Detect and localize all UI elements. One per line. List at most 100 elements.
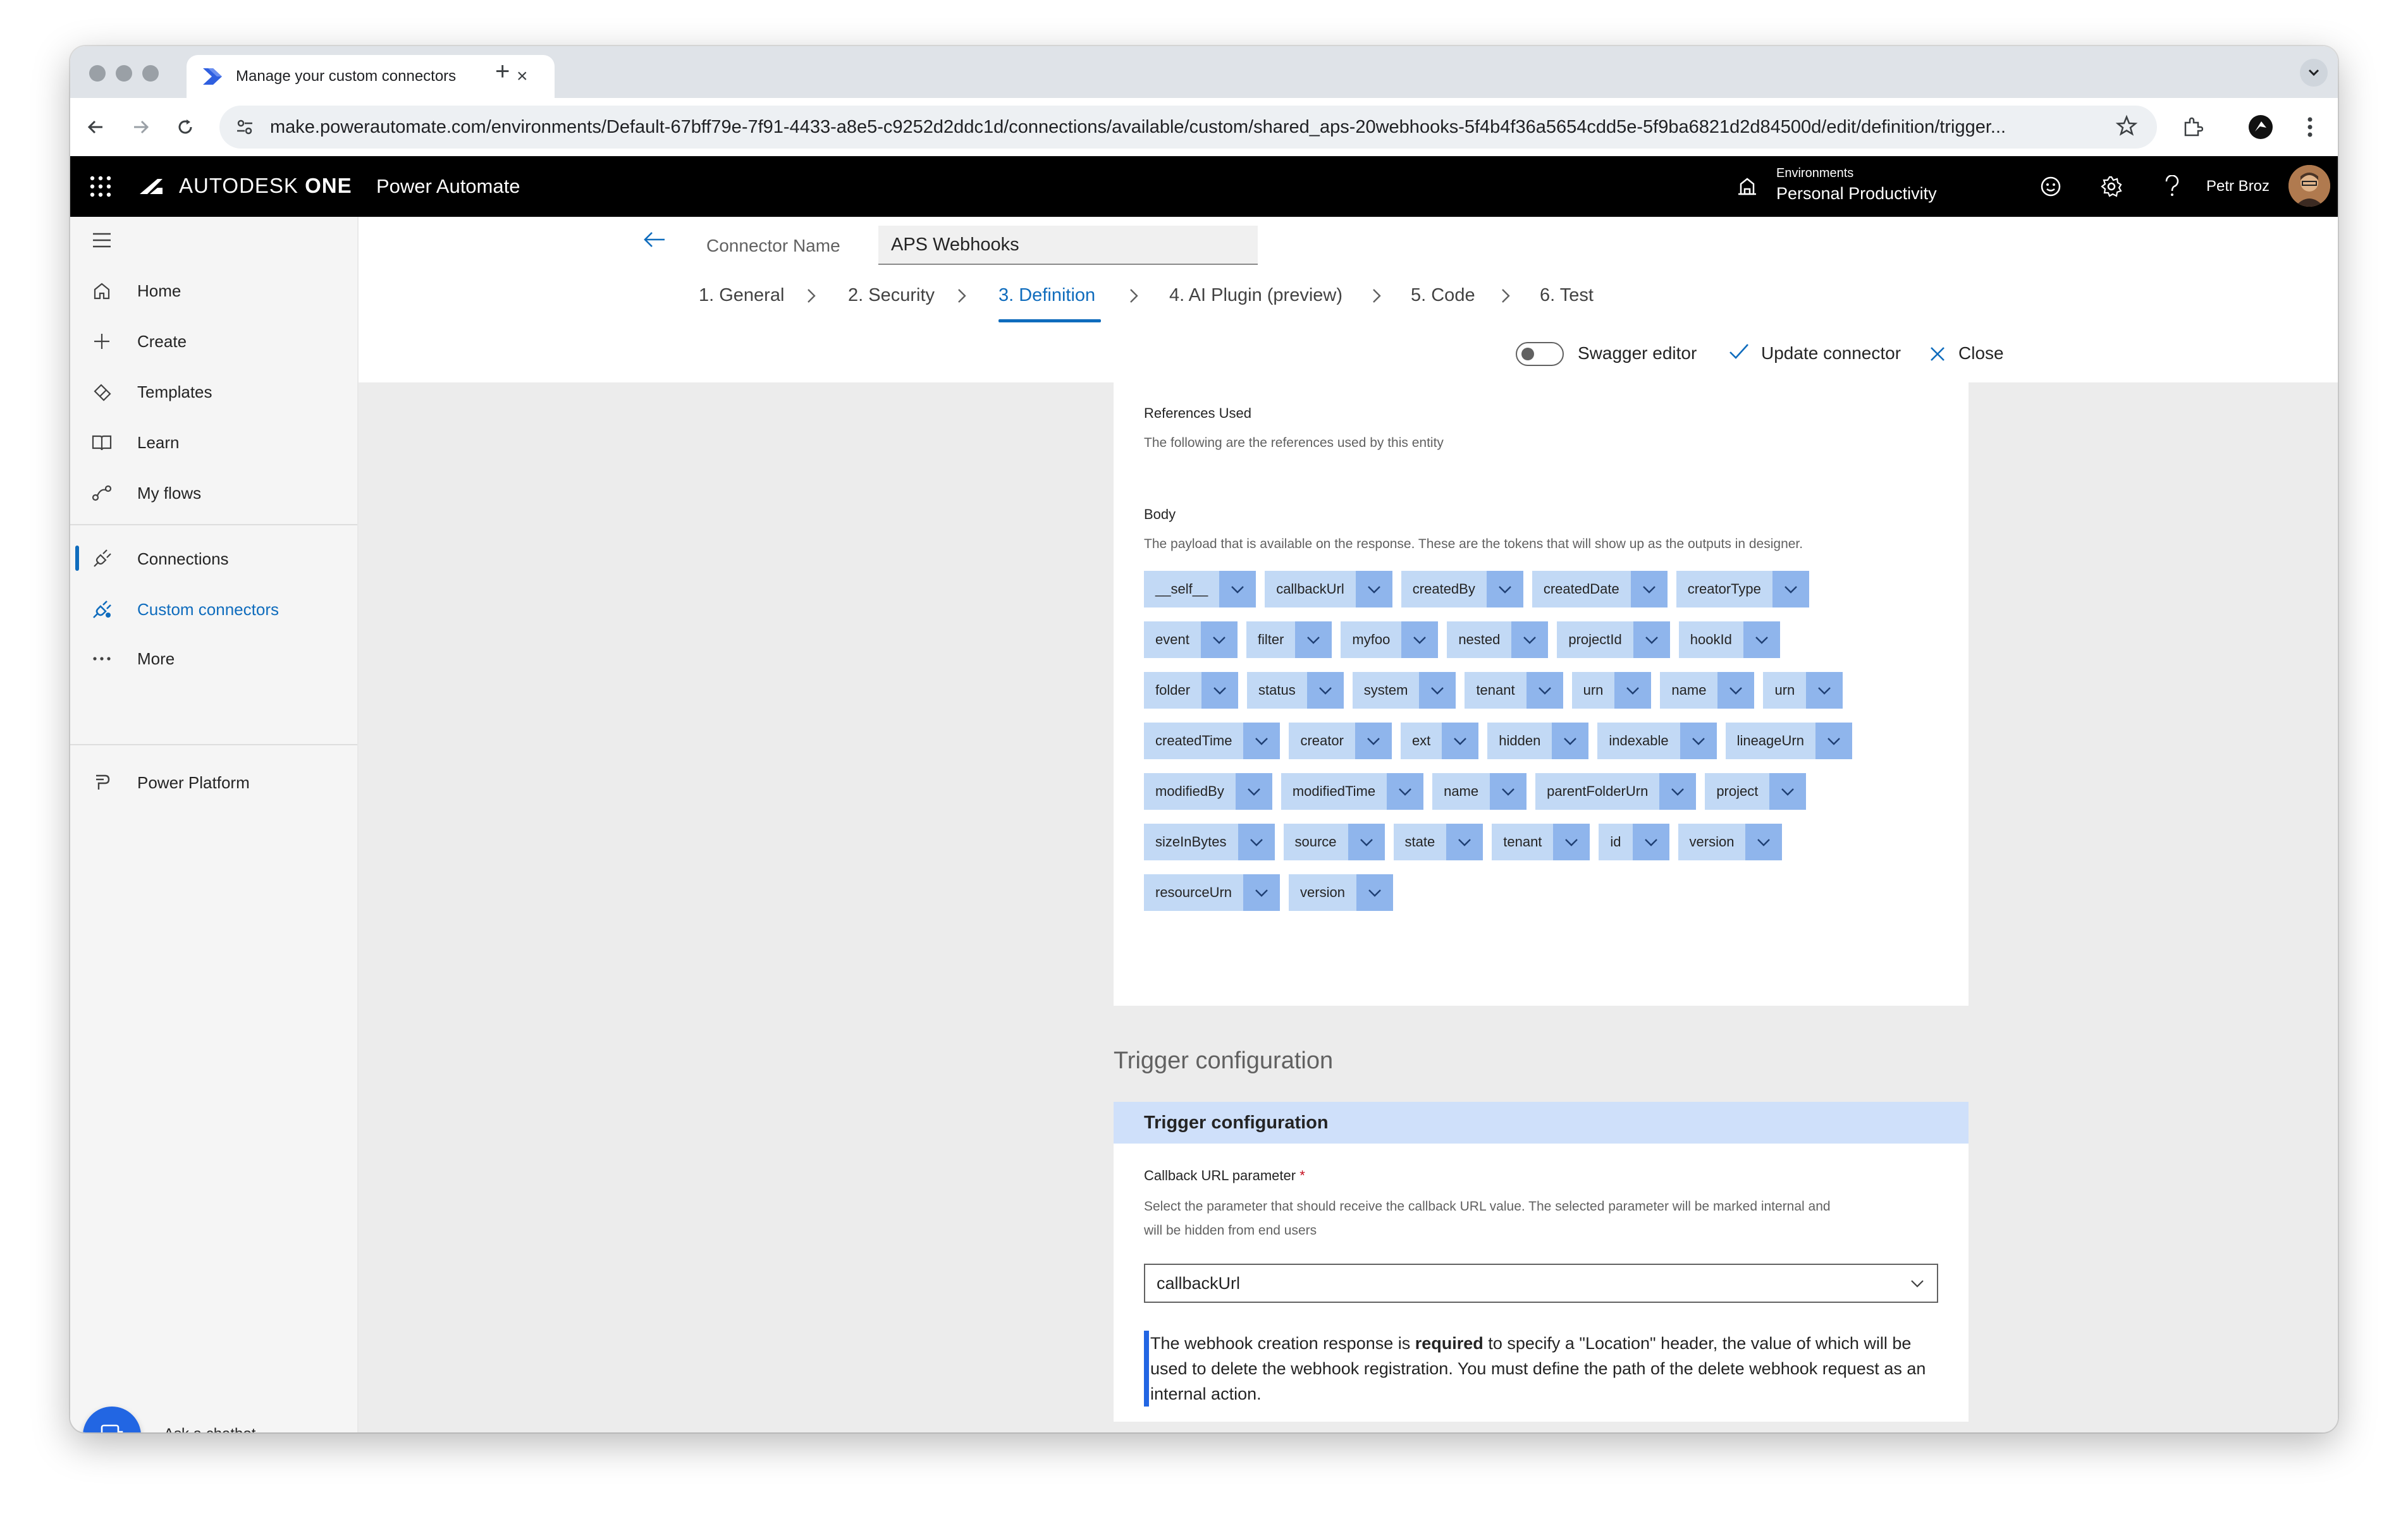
- extensions-icon[interactable]: [2177, 112, 2208, 142]
- site-settings-icon[interactable]: [232, 118, 257, 137]
- step-general[interactable]: 1. General: [699, 285, 784, 306]
- nav-item-learn[interactable]: Learn: [70, 422, 356, 463]
- output-token[interactable]: id: [1599, 824, 1669, 860]
- step-security[interactable]: 2. Security: [848, 285, 935, 306]
- forward-icon[interactable]: [127, 113, 155, 141]
- app-launcher-icon[interactable]: [89, 175, 112, 198]
- chevron-down-icon[interactable]: [1632, 824, 1669, 860]
- chevron-down-icon[interactable]: [1356, 874, 1393, 911]
- output-token[interactable]: __self__: [1144, 571, 1256, 607]
- output-token[interactable]: version: [1678, 824, 1783, 860]
- chevron-down-icon[interactable]: [1219, 571, 1256, 607]
- chevron-down-icon[interactable]: [1633, 621, 1670, 658]
- output-token[interactable]: source: [1283, 824, 1385, 860]
- autodesk-logo[interactable]: AUTODESK ONE: [138, 174, 352, 198]
- step-code[interactable]: 5. Code: [1411, 285, 1475, 306]
- chevron-down-icon[interactable]: [1806, 672, 1843, 709]
- output-token[interactable]: createdTime: [1144, 723, 1281, 759]
- chevron-down-icon[interactable]: [1745, 824, 1783, 860]
- checkmark-icon[interactable]: [1728, 342, 1750, 365]
- output-token[interactable]: hidden: [1487, 723, 1589, 759]
- chevron-down-icon[interactable]: [1630, 571, 1668, 607]
- output-token[interactable]: tenant: [1492, 824, 1590, 860]
- chevron-down-icon[interactable]: [1680, 723, 1717, 759]
- output-token[interactable]: system: [1352, 672, 1456, 709]
- nav-collapse-button[interactable]: [70, 219, 356, 261]
- nav-item-more[interactable]: More: [70, 638, 356, 680]
- chevron-down-icon[interactable]: [1200, 621, 1238, 658]
- window-minimize-dot[interactable]: [116, 65, 132, 82]
- output-token[interactable]: ext: [1400, 723, 1479, 759]
- output-token[interactable]: project: [1705, 773, 1807, 810]
- output-token[interactable]: createdBy: [1401, 571, 1523, 607]
- swagger-editor-toggle[interactable]: [1516, 342, 1564, 366]
- output-token[interactable]: folder: [1144, 672, 1239, 709]
- output-token[interactable]: modifiedTime: [1281, 773, 1424, 810]
- chevron-down-icon[interactable]: [1355, 571, 1392, 607]
- output-token[interactable]: version: [1289, 874, 1393, 911]
- output-token[interactable]: tenant: [1465, 672, 1563, 709]
- chevron-down-icon[interactable]: [1490, 773, 1527, 810]
- close-button[interactable]: Close: [1958, 343, 2004, 363]
- output-token[interactable]: hookId: [1678, 621, 1780, 658]
- nav-item-create[interactable]: Create: [70, 320, 356, 362]
- address-bar[interactable]: make.powerautomate.com/environments/Defa…: [219, 106, 2157, 149]
- output-token[interactable]: nested: [1447, 621, 1549, 658]
- bookmark-star-icon[interactable]: [2115, 114, 2138, 140]
- output-token[interactable]: creator: [1289, 723, 1392, 759]
- nav-item-custom-connectors[interactable]: Custom connectors: [70, 589, 356, 630]
- swagger-editor-label[interactable]: Swagger editor: [1578, 343, 1697, 363]
- output-token[interactable]: name: [1432, 773, 1527, 810]
- chevron-down-icon[interactable]: [1511, 621, 1549, 658]
- user-name[interactable]: Petr Broz: [2206, 178, 2270, 195]
- output-token[interactable]: modifiedBy: [1144, 773, 1272, 810]
- back-icon[interactable]: [82, 113, 109, 141]
- window-zoom-dot[interactable]: [142, 65, 159, 82]
- output-token[interactable]: sizeInBytes: [1144, 824, 1275, 860]
- chevron-down-icon[interactable]: [1238, 824, 1275, 860]
- chevron-down-icon[interactable]: [1772, 571, 1809, 607]
- reload-icon[interactable]: [171, 113, 199, 141]
- chevron-down-icon[interactable]: [1401, 621, 1439, 658]
- profile-icon[interactable]: [2245, 112, 2276, 142]
- chevron-down-icon[interactable]: [1243, 874, 1281, 911]
- chevron-down-icon[interactable]: [1446, 824, 1484, 860]
- output-token[interactable]: resourceUrn: [1144, 874, 1281, 911]
- update-connector-button[interactable]: Update connector: [1761, 343, 1901, 363]
- output-token[interactable]: filter: [1246, 621, 1332, 658]
- nav-item-my-flows[interactable]: My flows: [70, 472, 356, 514]
- user-avatar[interactable]: [2288, 165, 2330, 207]
- close-icon[interactable]: [1929, 346, 1946, 367]
- chatbot-button[interactable]: [83, 1407, 141, 1432]
- output-token[interactable]: event: [1144, 621, 1238, 658]
- step-test[interactable]: 6. Test: [1540, 285, 1594, 306]
- output-token[interactable]: callbackUrl: [1265, 571, 1392, 607]
- chevron-down-icon[interactable]: [1486, 571, 1523, 607]
- environment-icon[interactable]: [1736, 175, 1759, 201]
- browser-menu-icon[interactable]: [2295, 112, 2325, 142]
- window-close-dot[interactable]: [89, 65, 106, 82]
- tab-close-icon[interactable]: ×: [517, 66, 528, 87]
- chevron-down-icon[interactable]: [1354, 723, 1392, 759]
- chevron-down-icon[interactable]: [1306, 672, 1344, 709]
- chevron-down-icon[interactable]: [1387, 773, 1424, 810]
- smiley-feedback-icon[interactable]: [2037, 173, 2065, 200]
- step-ai-plugin[interactable]: 4. AI Plugin (preview): [1169, 285, 1342, 306]
- help-question-icon[interactable]: [2158, 173, 2186, 200]
- chevron-down-icon[interactable]: [1614, 672, 1652, 709]
- output-token[interactable]: urn: [1571, 672, 1652, 709]
- output-token[interactable]: projectId: [1557, 621, 1670, 658]
- output-token[interactable]: parentFolderUrn: [1535, 773, 1697, 810]
- nav-item-templates[interactable]: Templates: [70, 371, 356, 413]
- output-token[interactable]: lineageUrn: [1725, 723, 1852, 759]
- product-name[interactable]: Power Automate: [376, 175, 520, 198]
- output-token[interactable]: status: [1247, 672, 1344, 709]
- chevron-down-icon[interactable]: [1419, 672, 1456, 709]
- chevron-down-icon[interactable]: [1201, 672, 1239, 709]
- step-definition[interactable]: 3. Definition: [998, 285, 1095, 306]
- new-tab-icon[interactable]: +: [495, 58, 510, 86]
- back-arrow-icon[interactable]: [642, 228, 667, 254]
- chevron-down-icon[interactable]: [1442, 723, 1479, 759]
- output-token[interactable]: creatorType: [1676, 571, 1809, 607]
- chatbot-label[interactable]: Ask a chatbot: [164, 1425, 255, 1432]
